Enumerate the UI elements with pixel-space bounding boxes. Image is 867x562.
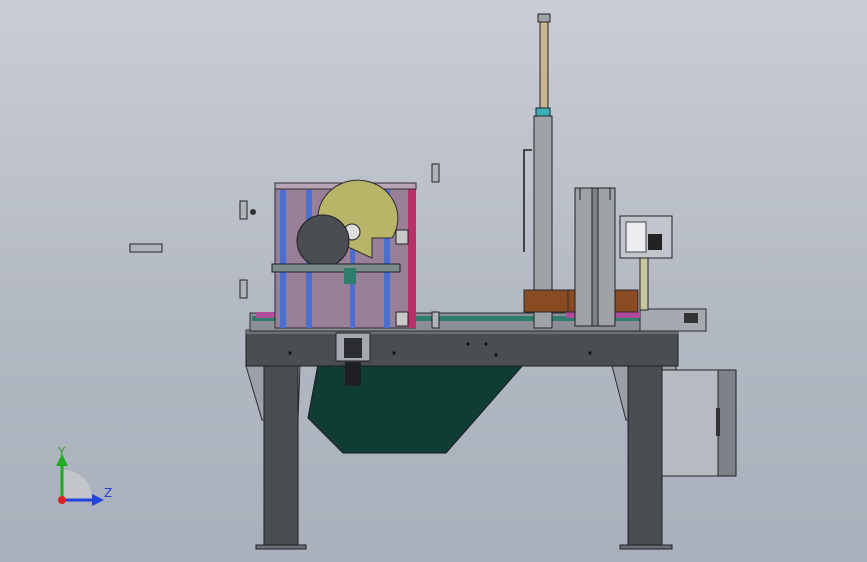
left-leg bbox=[245, 365, 307, 550]
side-guide-assembly bbox=[574, 187, 616, 327]
hopper bbox=[307, 363, 526, 454]
table-frame bbox=[245, 329, 679, 367]
axis-y-label: Y bbox=[57, 445, 66, 459]
axis-z-label: Z bbox=[104, 486, 112, 500]
vertical-cylinder-tower bbox=[523, 13, 553, 329]
view-orientation-triad[interactable]: Y Z bbox=[56, 445, 112, 506]
machine-side-view[interactable]: Y Z bbox=[0, 0, 867, 562]
film-roll-unit bbox=[271, 179, 417, 329]
electrical-cabinet bbox=[661, 369, 737, 477]
cad-viewport[interactable]: Y Z bbox=[0, 0, 867, 562]
